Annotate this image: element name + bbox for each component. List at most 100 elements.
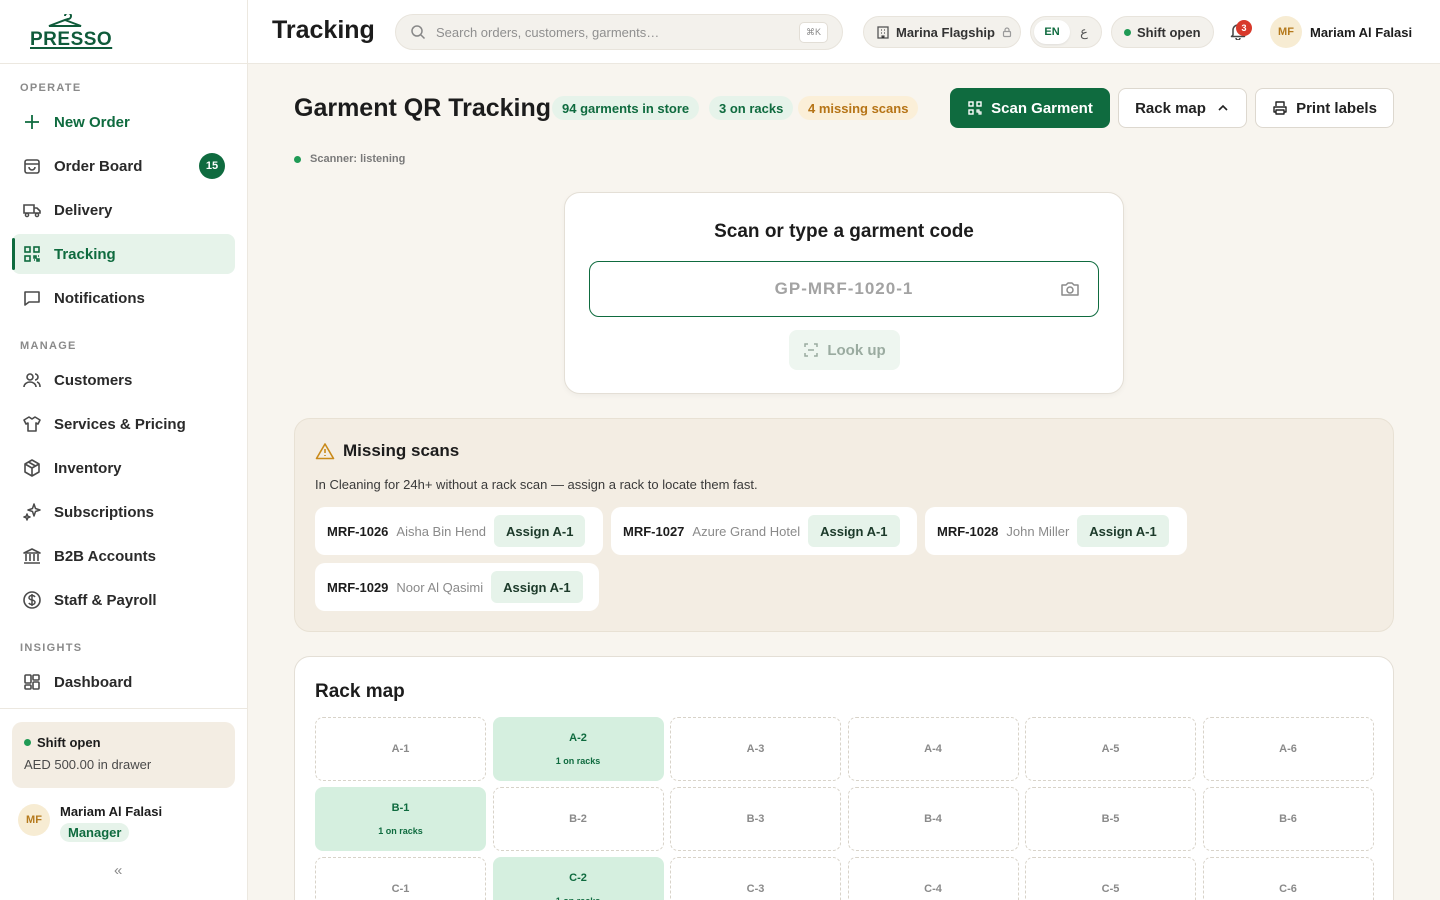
sidebar-item-new-order[interactable]: New Order: [12, 102, 235, 142]
sidebar-item-order-board[interactable]: Order Board 15: [12, 146, 235, 186]
rack-slot-count: 1 on racks: [378, 826, 423, 836]
sidebar-item-services-pricing[interactable]: Services & Pricing: [12, 404, 235, 444]
rack-slot-c-5[interactable]: C-5: [1025, 857, 1196, 900]
shift-card-title: Shift open: [24, 735, 223, 750]
list-item: MRF-1027 Azure Grand Hotel Assign A-1: [611, 507, 917, 555]
rack-slot-a-1[interactable]: A-1: [315, 717, 486, 781]
section-insights: INSIGHTS: [20, 642, 83, 654]
shift-drawer-amount: AED 500.00 in drawer: [24, 757, 152, 772]
rack-slot-count: 1 on racks: [555, 756, 601, 766]
rack-slot-c-6[interactable]: C-6: [1202, 857, 1374, 900]
order-code[interactable]: MRF-1029: [327, 580, 388, 595]
rack-slot-a-6[interactable]: A-6: [1202, 717, 1374, 781]
sidebar-item-delivery[interactable]: Delivery: [12, 190, 235, 230]
order-code[interactable]: MRF-1026: [327, 524, 388, 539]
rack-slot-id: B-5: [1101, 813, 1120, 825]
sidebar-item-b2b-accounts[interactable]: B2B Accounts: [12, 536, 235, 576]
rack-slot-b-1[interactable]: B-1 1 on racks: [315, 787, 486, 851]
sidebar-item-customers[interactable]: Customers: [12, 360, 235, 400]
status-dot: [1124, 28, 1131, 36]
print-labels-button[interactable]: Print labels: [1255, 88, 1394, 128]
rack-map-button[interactable]: Rack map: [1118, 88, 1247, 128]
collapse-sidebar-button[interactable]: «: [114, 862, 122, 879]
scan-card: Scan or type a garment code Look up: [564, 192, 1124, 394]
rack-slot-a-2[interactable]: A-2 1 on racks: [492, 717, 664, 781]
building-icon: [877, 26, 889, 39]
search-input[interactable]: [436, 24, 842, 40]
order-board-count-badge: 15: [199, 153, 225, 179]
scanner-status-text: Scanner: listening: [310, 153, 406, 165]
avatar: MF: [1270, 16, 1302, 48]
rack-slot-c-3[interactable]: C-3: [670, 857, 841, 900]
garment-code-field[interactable]: [589, 261, 1099, 317]
scan-garment-button[interactable]: Scan Garment: [950, 88, 1110, 128]
rack-slot-b-3[interactable]: B-3: [670, 787, 841, 851]
list-item: MRF-1026 Aisha Bin Hend Assign A-1: [315, 507, 603, 555]
chevron-up-icon: [1218, 104, 1228, 111]
sidebar-user[interactable]: MF Mariam Al Falasi Manager: [18, 804, 162, 842]
rack-slot-id: A-3: [746, 743, 765, 755]
rack-slot-id: A-6: [1279, 743, 1297, 755]
store-selector[interactable]: Marina Flagship: [863, 16, 1021, 48]
lang-en-option[interactable]: EN: [1034, 20, 1070, 44]
logo-text: PRESSO: [30, 29, 113, 50]
shift-card[interactable]: Shift open AED 500.00 in drawer: [12, 722, 235, 788]
warning-triangle-icon: [315, 443, 335, 460]
rack-slot-count: 1 on racks: [556, 896, 601, 900]
garment-code-input[interactable]: [590, 279, 1098, 299]
missing-scans-description: In Cleaning for 24h+ without a rack scan…: [315, 477, 758, 492]
sidebar-item-dashboard[interactable]: Dashboard: [12, 662, 235, 702]
rack-slot-a-3[interactable]: A-3: [670, 717, 841, 781]
shift-status-text: Shift open: [1137, 24, 1201, 40]
sidebar-item-label: B2B Accounts: [54, 547, 156, 565]
sidebar-item-subscriptions[interactable]: Subscriptions: [12, 492, 235, 532]
shift-status-pill[interactable]: Shift open: [1111, 16, 1214, 48]
printer-icon: [1273, 101, 1287, 115]
assign-rack-button[interactable]: Assign A-1: [1077, 515, 1169, 547]
lang-ar-option[interactable]: ع: [1070, 24, 1098, 40]
shirt-icon: [23, 416, 41, 432]
logo[interactable]: PRESSO: [30, 14, 112, 51]
missing-scans-panel: Missing scans In Cleaning for 24h+ witho…: [294, 418, 1394, 632]
sidebar-item-label: Notifications: [54, 289, 145, 307]
shortcut-hint: ⌘K: [798, 22, 828, 43]
order-code[interactable]: MRF-1027: [623, 524, 684, 539]
print-labels-label: Print labels: [1296, 99, 1377, 117]
look-up-button[interactable]: Look up: [789, 330, 900, 370]
rack-slot-id: C-4: [924, 883, 942, 895]
sidebar-item-inventory[interactable]: Inventory: [12, 448, 235, 488]
rack-slot-a-4[interactable]: A-4: [847, 717, 1019, 781]
assign-rack-button[interactable]: Assign A-1: [491, 571, 583, 603]
assign-rack-button[interactable]: Assign A-1: [494, 515, 586, 547]
missing-scans-chip[interactable]: 4 missing scans: [798, 96, 919, 120]
rack-slot-c-2[interactable]: C-2 1 on racks: [492, 857, 664, 900]
rack-slot-a-5[interactable]: A-5: [1025, 717, 1196, 781]
rack-slot-b-5[interactable]: B-5: [1025, 787, 1196, 851]
sidebar-item-label: Services & Pricing: [54, 415, 186, 433]
garments-in-store-chip: 94 garments in store: [552, 96, 700, 120]
rack-slot-id: A-2: [569, 732, 587, 744]
rack-slot-id: B-4: [924, 813, 942, 825]
camera-icon[interactable]: [1060, 280, 1080, 298]
rack-slot-id: C-2: [569, 872, 587, 884]
sidebar-item-notifications[interactable]: Notifications: [12, 278, 235, 318]
rack-slot-b-6[interactable]: B-6: [1202, 787, 1374, 851]
search-bar[interactable]: ⌘K: [395, 14, 843, 50]
rack-map-title: Rack map: [315, 681, 405, 702]
rack-slot-id: C-3: [746, 883, 765, 895]
language-toggle[interactable]: EN ع: [1030, 16, 1102, 48]
rack-slot-c-1[interactable]: C-1: [315, 857, 486, 900]
avatar: MF: [18, 804, 50, 836]
rack-slot-b-4[interactable]: B-4: [847, 787, 1019, 851]
sidebar-item-staff-payroll[interactable]: Staff & Payroll: [12, 580, 235, 620]
status-dot: [294, 155, 301, 163]
rack-slot-c-4[interactable]: C-4: [847, 857, 1019, 900]
rack-slot-id: C-6: [1279, 883, 1297, 895]
on-racks-chip: 3 on racks: [709, 96, 794, 120]
assign-rack-button[interactable]: Assign A-1: [808, 515, 900, 547]
user-menu[interactable]: MF Mariam Al Falasi: [1270, 16, 1412, 48]
order-code[interactable]: MRF-1028: [937, 524, 998, 539]
rack-slot-b-2[interactable]: B-2: [492, 787, 664, 851]
sidebar-item-label: Dashboard: [54, 673, 133, 691]
sidebar-item-tracking[interactable]: Tracking: [12, 234, 235, 274]
